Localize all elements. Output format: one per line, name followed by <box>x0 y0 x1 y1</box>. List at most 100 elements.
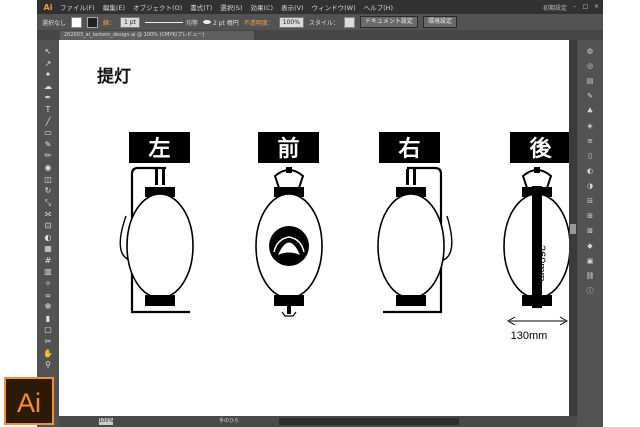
width-dim-label: 130mm <box>511 330 548 342</box>
shape-builder-tool-icon[interactable]: ◐ <box>42 232 54 243</box>
transparency-icon[interactable]: ◐ <box>585 166 595 176</box>
label-box-left: 左 <box>129 132 190 163</box>
graphic-style-swatch[interactable] <box>343 16 355 28</box>
hand-tool-icon[interactable]: ✋ <box>42 348 54 359</box>
symbol-sprayer-tool-icon[interactable]: ✻ <box>42 301 54 312</box>
minimize-button[interactable]: – <box>570 3 579 10</box>
app-logo: Ai <box>43 2 53 12</box>
style-label: スタイル： <box>308 19 339 27</box>
lasso-tool-icon[interactable]: ☁ <box>42 81 54 92</box>
menu-window[interactable]: ウィンドウ(W) <box>312 2 356 12</box>
symbols-icon[interactable]: ♣ <box>585 106 595 116</box>
scale-tool-icon[interactable]: ⤡ <box>42 197 54 208</box>
current-tool-status: 手のひら <box>219 418 240 424</box>
artboards-icon[interactable]: ▣ <box>585 256 595 266</box>
scrollbar-thumb[interactable] <box>570 224 576 234</box>
lantern-artwork: 左 前 右 後 130mm <box>119 132 569 342</box>
column-graph-tool-icon[interactable]: ▮ <box>42 313 54 324</box>
rotate-tool-icon[interactable]: ↻ <box>42 185 54 196</box>
color-panel-icon[interactable]: ◍ <box>585 46 595 56</box>
menu-select[interactable]: 選択(S) <box>220 2 242 12</box>
width-dimension: 130mm <box>506 316 569 342</box>
width-tool-icon[interactable]: ⟗ <box>42 208 54 219</box>
vertical-scrollbar[interactable] <box>569 40 577 416</box>
horizontal-scrollbar[interactable] <box>279 418 459 425</box>
pathfinder-icon[interactable]: ⊞ <box>585 211 595 221</box>
label-back: 後 <box>529 136 552 162</box>
menu-bar: Ai ファイル(F) 編集(E) オブジェクト(O) 書式(T) 選択(S) 効… <box>37 0 603 14</box>
brushes-icon[interactable]: ✎ <box>585 91 595 101</box>
preferences-button[interactable]: 環境設定 <box>422 16 457 28</box>
transform-icon[interactable]: ⊠ <box>585 226 595 236</box>
artboard[interactable]: 提灯 左 前 右 後 130mm 260mm <box>59 40 569 416</box>
menu-view[interactable]: 表示(V) <box>281 2 304 12</box>
workspace-switcher[interactable]: 初期設定 <box>543 3 567 12</box>
rectangle-tool-icon[interactable]: ▭ <box>42 127 54 138</box>
info-icon[interactable]: ⓘ <box>585 286 595 296</box>
pen-tool-icon[interactable]: ✒ <box>42 92 54 103</box>
type-tool-icon[interactable]: T <box>42 104 54 115</box>
gradient-icon[interactable]: ▯ <box>585 151 595 161</box>
variable-width-profile[interactable]: 2 pt 楕円 <box>202 18 239 27</box>
layers-icon[interactable]: ◆ <box>585 241 595 251</box>
zoom-field[interactable]: 100% <box>99 418 113 425</box>
illustrator-window: Ai ファイル(F) 編集(E) オブジェクト(O) 書式(T) 選択(S) 効… <box>37 0 603 427</box>
label-box-back: 後 <box>510 132 569 163</box>
menu-object[interactable]: オブジェクト(O) <box>133 2 182 12</box>
stroke-preview-line <box>144 21 183 23</box>
stroke-weight-field[interactable]: 1 pt <box>120 16 140 28</box>
eyedropper-tool-icon[interactable]: ✧ <box>42 278 54 289</box>
blend-tool-icon[interactable]: ∞ <box>42 290 54 301</box>
opacity-field[interactable]: 100% <box>278 16 304 28</box>
graphic-styles-icon[interactable]: ◈ <box>585 121 595 131</box>
control-bar: 選択なし 線： 1 pt 均等 2 pt 楕円 不透明度： 100% スタイル：… <box>37 14 603 30</box>
close-button[interactable]: × <box>592 3 601 10</box>
mesh-tool-icon[interactable]: # <box>42 255 54 266</box>
selection-status: 選択なし <box>42 19 67 27</box>
swatches-icon[interactable]: ▤ <box>585 76 595 86</box>
color-guide-icon[interactable]: ◎ <box>585 61 595 71</box>
appearance-icon[interactable]: ◑ <box>585 181 595 191</box>
zoom-tool-icon[interactable]: ⚲ <box>42 359 54 370</box>
line-tool-icon[interactable]: ╱ <box>42 116 54 127</box>
pencil-tool-icon[interactable]: ✏ <box>42 150 54 161</box>
stroke-label[interactable]: 線： <box>103 18 115 27</box>
blob-brush-tool-icon[interactable]: ◉ <box>42 162 54 173</box>
menu-type[interactable]: 書式(T) <box>190 2 212 12</box>
slice-tool-icon[interactable]: ✂ <box>42 336 54 347</box>
align-icon[interactable]: ⊟ <box>585 196 595 206</box>
direct-selection-tool-icon[interactable]: ↗ <box>42 58 54 69</box>
label-box-front: 前 <box>258 132 319 163</box>
illustrator-logo-badge: Ai <box>4 377 54 425</box>
links-icon[interactable]: ⛓ <box>585 271 595 281</box>
height-dim-label: 260mm <box>535 245 547 282</box>
eraser-tool-icon[interactable]: ◫ <box>42 174 54 185</box>
maximize-button[interactable]: □ <box>581 3 590 10</box>
menu-help[interactable]: ヘルプ(H) <box>364 2 393 12</box>
label-front: 前 <box>277 136 299 162</box>
paintbrush-tool-icon[interactable]: ✎ <box>42 139 54 150</box>
magic-wand-tool-icon[interactable]: ✦ <box>42 69 54 80</box>
selection-tool-icon[interactable]: ↖ <box>42 46 54 57</box>
menu-effect[interactable]: 効果(C) <box>250 2 273 12</box>
tools-panel: ↖ ↗ ✦ ☁ ✒ T ╱ ▭ ✎ ✏ ◉ ◫ ↻ ⤡ ⟗ ⊡ ◐ ▦ # ▥ ✧ ∞ ✻ ▮ ▢ ✂ ✋ ⚲ <box>37 40 59 427</box>
brush-label: 均等 <box>185 19 198 27</box>
stroke-swatch[interactable] <box>87 16 99 28</box>
fill-swatch[interactable] <box>71 16 83 28</box>
lantern-left-view <box>119 166 194 314</box>
artboard-tool-icon[interactable]: ▢ <box>42 324 54 335</box>
menu-edit[interactable]: 編集(E) <box>103 2 125 12</box>
stroke-icon[interactable]: ≡ <box>585 136 595 146</box>
profile-label: 2 pt 楕円 <box>212 19 239 27</box>
free-transform-tool-icon[interactable]: ⊡ <box>42 220 54 231</box>
gradient-tool-icon[interactable]: ▥ <box>42 266 54 277</box>
document-setup-button[interactable]: ドキュメント設定 <box>359 16 418 28</box>
document-tab-row: 202003_ai_lantern_design.ai @ 100% (CMYK… <box>37 30 603 40</box>
lantern-front-view <box>255 167 323 317</box>
perspective-grid-tool-icon[interactable]: ▦ <box>42 243 54 254</box>
label-left: 左 <box>148 136 170 162</box>
menu-file[interactable]: ファイル(F) <box>60 2 95 12</box>
opacity-label[interactable]: 不透明度： <box>244 18 274 27</box>
brush-definition[interactable]: 均等 <box>144 18 198 27</box>
document-tab[interactable]: 202003_ai_lantern_design.ai @ 100% (CMYK… <box>60 31 254 40</box>
